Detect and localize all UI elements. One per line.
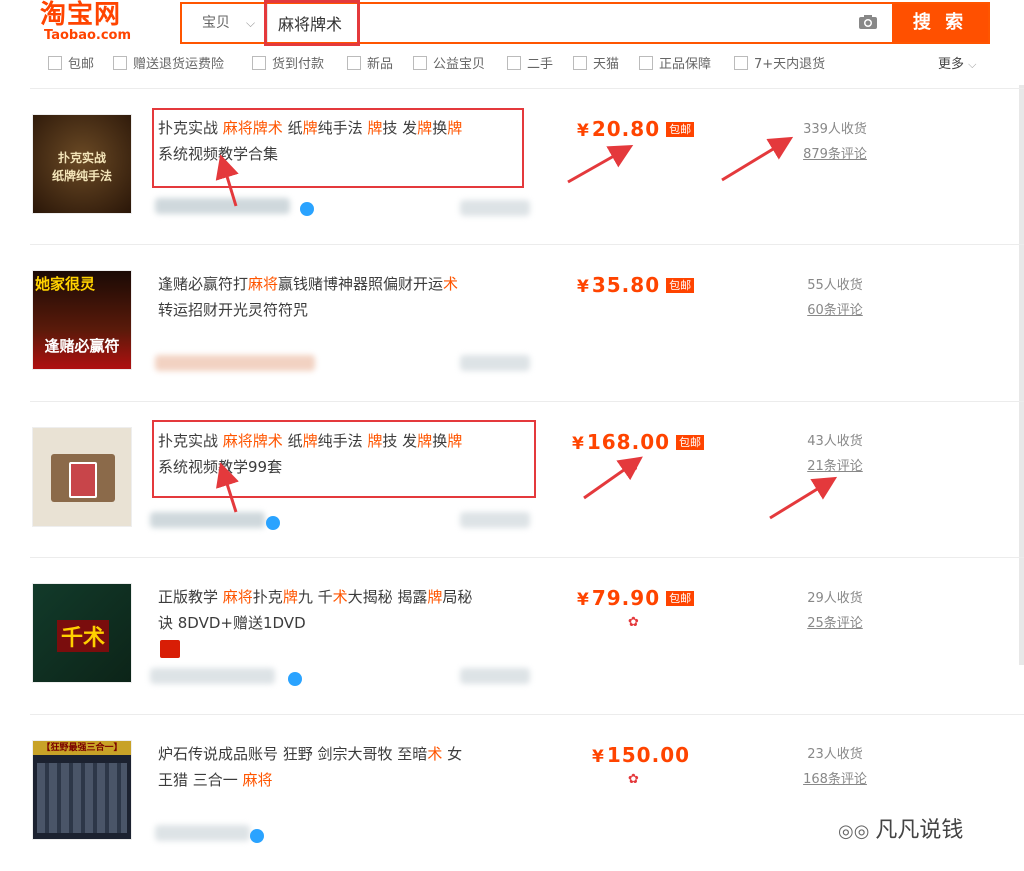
arrow-annotation: [215, 154, 239, 207]
arrow-annotation: [769, 476, 838, 520]
arrow-annotation: [567, 145, 634, 184]
arrow-annotation: [721, 136, 794, 182]
arrow-annotation: [583, 456, 643, 500]
wechat-icon: ◎◎: [838, 821, 870, 842]
watermark: ◎◎ 凡凡说钱: [838, 818, 964, 843]
arrow-annotation: [216, 462, 239, 513]
annotation-arrows: [215, 136, 838, 520]
